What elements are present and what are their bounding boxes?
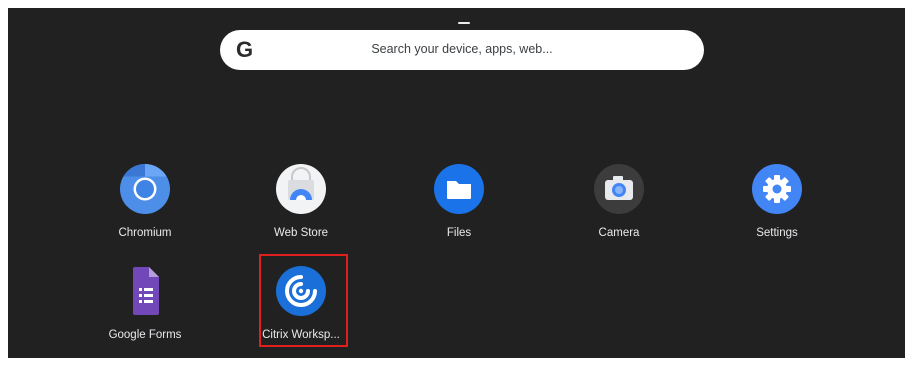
camera-icon — [594, 164, 644, 214]
app-label: Web Store — [273, 227, 329, 239]
app-settings[interactable]: Settings — [717, 163, 837, 243]
app-launcher: G Search your device, apps, web... Chrom… — [8, 8, 905, 358]
settings-icon — [752, 164, 802, 214]
app-label: Google Forms — [108, 329, 182, 341]
launcher-drag-handle[interactable] — [458, 22, 470, 24]
app-chromium[interactable]: Chromium — [85, 163, 205, 243]
app-camera[interactable]: Camera — [559, 163, 679, 243]
search-box[interactable]: G Search your device, apps, web... — [220, 30, 704, 70]
app-files[interactable]: Files — [399, 163, 519, 243]
app-web-store[interactable]: Web Store — [241, 163, 361, 243]
app-label: Chromium — [118, 227, 172, 239]
selection-highlight-box — [259, 254, 348, 347]
files-icon — [434, 164, 484, 214]
google-forms-icon — [133, 267, 159, 315]
app-google-forms[interactable]: Google Forms — [85, 265, 205, 345]
search-placeholder: Search your device, apps, web... — [371, 42, 553, 56]
chromium-icon — [120, 164, 170, 214]
app-label: Camera — [598, 227, 640, 239]
web-store-icon — [276, 164, 326, 214]
app-label: Settings — [756, 227, 798, 239]
app-label: Files — [446, 227, 472, 239]
